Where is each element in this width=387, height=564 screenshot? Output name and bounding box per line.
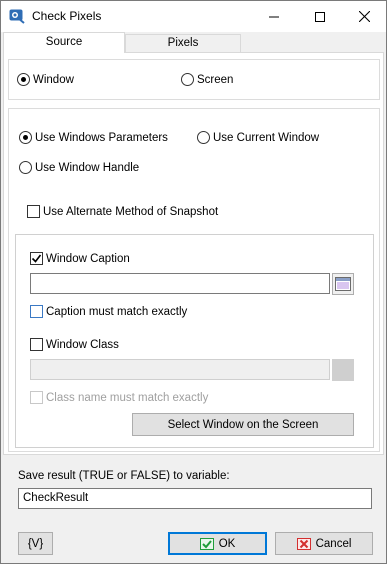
use-window-handle-dot <box>19 161 32 174</box>
ok-check-icon <box>199 537 214 550</box>
caption-exact-label: Caption must match exactly <box>46 305 188 318</box>
use-windows-parameters-radio[interactable]: Use Windows Parameters <box>19 131 168 144</box>
window-class-box <box>30 338 43 351</box>
screen-radio-dot <box>181 73 194 86</box>
use-window-handle-radio[interactable]: Use Window Handle <box>19 161 139 174</box>
checkmark-icon <box>31 254 42 263</box>
title-bar: Check Pixels <box>1 1 386 32</box>
window-caption-box <box>30 252 43 265</box>
screen-radio[interactable]: Screen <box>181 73 233 86</box>
tab-bar: Source Pixels <box>1 32 386 53</box>
window-class-checkbox[interactable]: Window Class <box>30 338 119 351</box>
window-caption-checkbox[interactable]: Window Caption <box>30 252 130 265</box>
class-exact-box <box>30 391 43 404</box>
window-criteria-group: Window Caption Caption must match exactl… <box>15 234 374 448</box>
use-current-window-label: Use Current Window <box>213 131 320 144</box>
close-button[interactable] <box>341 1 386 32</box>
screen-radio-label: Screen <box>197 73 234 86</box>
window-caption-input[interactable] <box>30 273 330 294</box>
caption-exact-box <box>30 305 43 318</box>
window-picker-icon <box>335 277 351 291</box>
result-variable-input[interactable]: CheckResult <box>18 488 372 509</box>
alternate-snapshot-box <box>27 205 40 218</box>
window-radio-label: Window <box>33 73 74 86</box>
check-pixels-dialog: Check Pixels Source Pixels Window Screen <box>0 0 387 564</box>
cancel-label: Cancel <box>315 537 352 550</box>
window-title: Check Pixels <box>32 9 102 23</box>
minimize-icon <box>269 16 279 17</box>
use-current-window-radio[interactable]: Use Current Window <box>197 131 319 144</box>
cancel-x-icon <box>296 537 311 550</box>
window-parameters-group: Use Windows Parameters Use Current Windo… <box>8 108 380 452</box>
source-group: Window Screen <box>8 59 380 100</box>
class-exact-checkbox[interactable]: Class name must match exactly <box>30 391 208 404</box>
class-picker-button[interactable] <box>332 359 354 381</box>
window-radio[interactable]: Window <box>17 73 74 86</box>
use-current-window-dot <box>197 131 210 144</box>
window-class-input[interactable] <box>30 359 330 380</box>
source-tab-panel: Window Screen Use Windows Parameters Use… <box>3 52 384 455</box>
caption-picker-button[interactable] <box>332 273 354 295</box>
select-window-button[interactable]: Select Window on the Screen <box>132 413 354 436</box>
caption-exact-checkbox[interactable]: Caption must match exactly <box>30 305 187 318</box>
close-icon <box>358 11 370 22</box>
app-icon <box>9 8 25 24</box>
tab-source[interactable]: Source <box>3 32 125 53</box>
use-window-handle-label: Use Window Handle <box>35 161 140 174</box>
minimize-button[interactable] <box>251 1 297 32</box>
ok-button[interactable]: OK <box>168 532 267 555</box>
class-exact-label: Class name must match exactly <box>46 391 209 404</box>
maximize-icon <box>315 11 325 22</box>
use-windows-parameters-dot <box>19 131 32 144</box>
alternate-snapshot-checkbox[interactable]: Use Alternate Method of Snapshot <box>27 205 218 218</box>
tab-pixels[interactable]: Pixels <box>125 34 241 53</box>
window-caption-label: Window Caption <box>46 252 130 265</box>
window-radio-dot <box>17 73 30 86</box>
save-result-label: Save result (TRUE or FALSE) to variable: <box>18 470 230 482</box>
cancel-button[interactable]: Cancel <box>275 532 373 555</box>
alternate-snapshot-label: Use Alternate Method of Snapshot <box>43 205 219 218</box>
ok-label: OK <box>218 537 236 550</box>
maximize-button[interactable] <box>297 1 343 32</box>
window-class-label: Window Class <box>46 338 119 351</box>
use-windows-parameters-label: Use Windows Parameters <box>35 131 168 144</box>
variables-button[interactable]: {V} <box>18 532 53 555</box>
